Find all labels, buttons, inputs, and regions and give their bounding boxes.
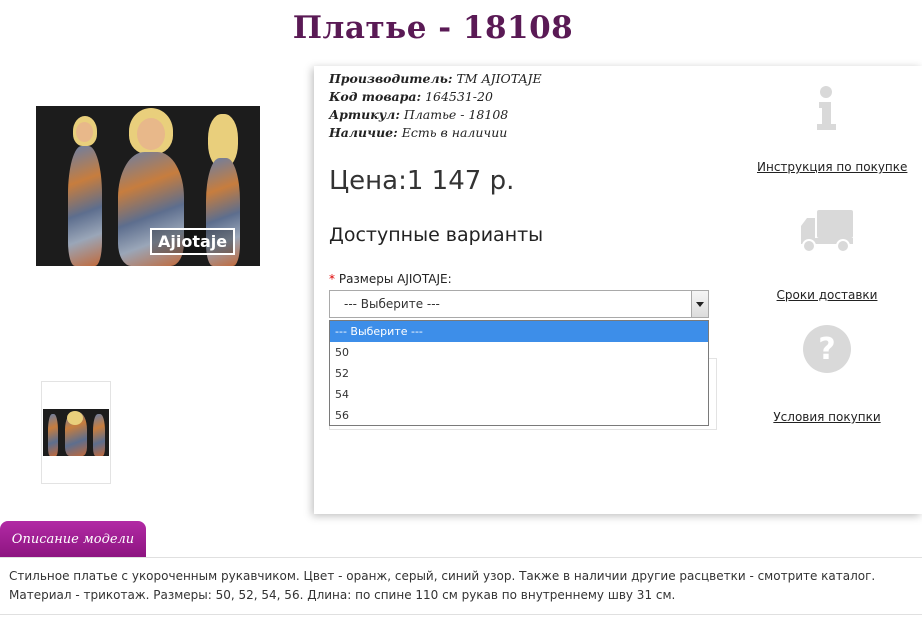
conditions-link[interactable]: Условия покупки [773,410,880,424]
product-info-panel: Производитель: ТМ AJIOTAJE Код товара: 1… [314,66,922,514]
info-icon [817,86,836,130]
conditions-block: ? Условия покупки [757,324,897,425]
question-icon: ? [803,325,851,373]
chevron-down-icon[interactable] [691,291,708,317]
stock-value: Есть в наличии [401,125,508,140]
variants-heading: Доступные варианты [329,224,544,246]
size-option[interactable]: 50 [330,342,708,363]
brand-watermark: Ajiotaje [150,228,236,255]
article-value: Платье - 18108 [403,107,509,122]
svg-text:?: ? [818,332,835,367]
size-option[interactable]: 54 [330,384,708,405]
article-label: Артикул: [329,107,400,122]
size-label-text: Размеры AJIOTAJE: [338,272,452,286]
product-title: Платье - 18108 [292,10,574,46]
size-dropdown-list[interactable]: --- Выберите --- 50 52 54 56 [329,320,709,426]
truck-icon [801,210,853,253]
bottom-divider [0,614,922,615]
delivery-link[interactable]: Сроки доставки [777,288,878,302]
required-mark: * [329,272,335,286]
stock-line: Наличие: Есть в наличии [329,125,507,140]
product-price: Цена:1 147 р. [329,166,515,196]
article-line: Артикул: Платье - 18108 [329,107,508,122]
tab-description[interactable]: Описание модели [0,521,146,558]
size-option[interactable]: 52 [330,363,708,384]
manufacturer-line: Производитель: ТМ AJIOTAJE [329,71,542,86]
size-option[interactable]: --- Выберите --- [330,321,708,342]
product-code-line: Код товара: 164531-20 [329,89,493,104]
instruction-link[interactable]: Инструкция по покупке [757,160,907,174]
description-text: Стильное платье с укороченным рукавчиком… [9,569,876,602]
tab-divider [0,557,922,558]
manufacturer-value: ТМ AJIOTAJE [456,71,542,86]
product-code-value: 164531-20 [425,89,493,104]
product-main-image[interactable]: Ajiotaje [36,106,260,266]
product-thumbnail[interactable] [41,381,111,484]
model-figure-left [64,116,106,266]
product-code-label: Код товара: [329,89,422,104]
thumbnail-image [43,409,109,456]
delivery-block: Сроки доставки [757,208,897,303]
manufacturer-label: Производитель: [329,71,453,86]
stock-label: Наличие: [329,125,398,140]
size-select-value: --- Выберите --- [344,297,440,311]
instruction-block: Инструкция по покупке [757,84,907,175]
size-option[interactable]: 56 [330,405,708,426]
size-label: * Размеры AJIOTAJE: [329,272,452,286]
size-select[interactable]: --- Выберите --- [329,290,709,318]
